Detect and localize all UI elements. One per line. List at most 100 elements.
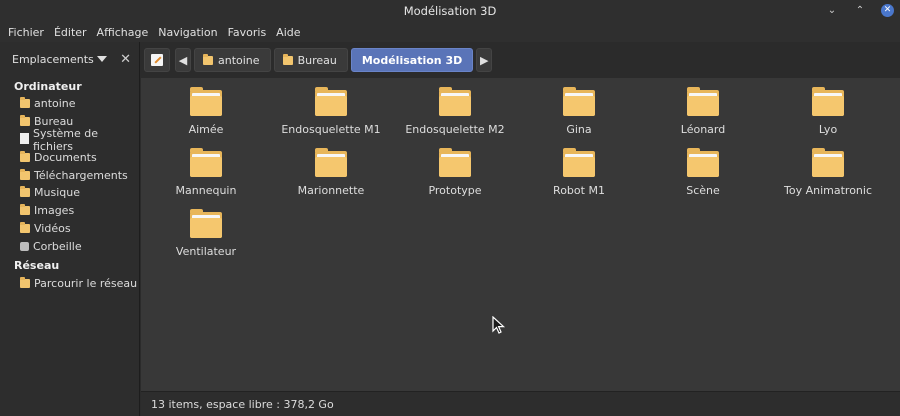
- sidebar-item-browse-network[interactable]: Parcourir le réseau: [0, 274, 139, 292]
- close-sidebar-icon[interactable]: ✕: [120, 52, 131, 67]
- breadcrumb-scroll-right-button[interactable]: ▶: [476, 48, 493, 72]
- maximize-icon[interactable]: ⌃: [853, 3, 867, 17]
- desktop-folder-icon: [20, 115, 30, 127]
- folder-icon: [315, 87, 347, 117]
- breadcrumb-label: Bureau: [297, 53, 337, 67]
- folder-label: Endosquelette M1: [281, 123, 381, 136]
- folder-icon: [687, 148, 719, 178]
- folder-icon: [190, 209, 222, 239]
- folder-icon: [190, 87, 222, 117]
- folder-item[interactable]: Mannequin: [146, 148, 266, 197]
- folder-item[interactable]: Gina: [519, 87, 639, 136]
- breadcrumb-modelisation-3d[interactable]: Modélisation 3D: [350, 48, 474, 72]
- menu-fichier[interactable]: Fichier: [4, 26, 48, 39]
- folder-item[interactable]: Robot M1: [519, 148, 639, 197]
- desktop-folder-icon: [282, 53, 293, 65]
- breadcrumb-scroll-left-button[interactable]: ◀: [175, 48, 191, 72]
- home-folder-icon: [203, 53, 213, 65]
- folder-item[interactable]: Endosquelette M1: [271, 87, 391, 136]
- sidebar-item-label: Musique: [34, 186, 80, 200]
- sidebar-item-filesystem[interactable]: Système de fichiers: [0, 127, 139, 153]
- breadcrumb-label: Modélisation 3D: [361, 53, 463, 67]
- places-dropdown[interactable]: Emplacements: [12, 53, 94, 66]
- menu-aide[interactable]: Aide: [272, 26, 304, 39]
- folder-label: Ventilateur: [175, 245, 237, 258]
- sidebar-item-videos[interactable]: Vidéos: [0, 220, 139, 238]
- sidebar-item-antoine[interactable]: antoine: [0, 95, 139, 113]
- breadcrumb-antoine[interactable]: antoine: [194, 48, 271, 72]
- window-title: Modélisation 3D: [403, 4, 497, 18]
- folder-label: Aimée: [188, 123, 224, 136]
- home-folder-icon: [20, 97, 30, 109]
- music-folder-icon: [20, 186, 30, 198]
- folder-item[interactable]: Marionnette: [271, 148, 391, 197]
- chevron-left-icon: ◀: [178, 53, 188, 67]
- sidebar: Emplacements ✕ Ordinateur antoine Bureau…: [0, 42, 140, 416]
- toggle-location-entry-button[interactable]: [144, 48, 170, 72]
- folder-item[interactable]: Léonard: [643, 87, 763, 136]
- folder-label: Scène: [686, 184, 720, 197]
- videos-folder-icon: [20, 221, 30, 233]
- menu-navigation[interactable]: Navigation: [154, 26, 221, 39]
- folder-label: Léonard: [680, 123, 726, 136]
- caret-down-icon[interactable]: [96, 56, 107, 62]
- folder-item[interactable]: Ventilateur: [146, 209, 266, 258]
- folder-label: Endosquelette M2: [405, 123, 505, 136]
- folder-item[interactable]: Toy Animatronic: [768, 148, 888, 197]
- edit-icon: [151, 54, 163, 66]
- folder-icon: [439, 148, 471, 178]
- status-bar: 13 items, espace libre : 378,2 Go: [141, 391, 900, 416]
- network-folder-icon: [20, 276, 30, 288]
- sidebar-header: Emplacements ✕: [0, 42, 139, 76]
- folder-icon: [563, 87, 595, 117]
- folder-label: Prototype: [428, 184, 482, 197]
- folder-item[interactable]: Endosquelette M2: [395, 87, 515, 136]
- sidebar-item-label: Vidéos: [34, 221, 71, 235]
- menu-favoris[interactable]: Favoris: [224, 26, 271, 39]
- sidebar-item-music[interactable]: Musique: [0, 184, 139, 202]
- close-window-icon[interactable]: ✕: [881, 3, 894, 17]
- folder-icon: [190, 148, 222, 178]
- pictures-folder-icon: [20, 204, 30, 216]
- folder-item[interactable]: Prototype: [395, 148, 515, 197]
- folder-icon: [812, 148, 844, 178]
- location-toolbar: ◀ antoine Bureau Modélisation 3D ▶: [140, 42, 900, 78]
- folder-item[interactable]: Scène: [643, 148, 763, 197]
- sidebar-item-downloads[interactable]: Téléchargements: [0, 166, 139, 184]
- folder-icon: [439, 87, 471, 117]
- sidebar-item-label: Corbeille: [33, 239, 82, 253]
- folder-icon: [563, 148, 595, 178]
- chevron-right-icon: ▶: [480, 53, 489, 67]
- downloads-folder-icon: [20, 168, 30, 180]
- folder-item[interactable]: Aimée: [146, 87, 266, 136]
- folder-item[interactable]: Lyo: [768, 87, 888, 136]
- title-bar: Modélisation 3D ⌄ ⌃ ✕: [0, 0, 900, 22]
- sidebar-section-network: Réseau: [14, 259, 60, 273]
- sidebar-item-label: antoine: [34, 97, 76, 111]
- file-view[interactable]: Aimée Endosquelette M1 Endosquelette M2 Gin…: [141, 78, 900, 391]
- sidebar-item-label: Documents: [34, 150, 97, 164]
- window-controls: ⌄ ⌃ ✕: [825, 3, 894, 17]
- menu-editer[interactable]: Éditer: [50, 26, 91, 39]
- sidebar-item-label: Images: [34, 204, 75, 218]
- menu-bar: Fichier Éditer Affichage Navigation Favo…: [0, 22, 900, 42]
- folder-icon: [315, 148, 347, 178]
- sidebar-section-computer: Ordinateur: [14, 80, 82, 93]
- folder-label: Lyo: [818, 123, 838, 136]
- folder-label: Robot M1: [553, 184, 605, 197]
- folder-label: Marionnette: [297, 184, 365, 197]
- sidebar-item-trash[interactable]: Corbeille: [0, 237, 139, 255]
- filesystem-icon: [20, 133, 29, 145]
- breadcrumb-label: antoine: [218, 53, 260, 67]
- breadcrumb-bureau[interactable]: Bureau: [273, 48, 348, 72]
- sidebar-item-label: Parcourir le réseau: [34, 276, 138, 290]
- sidebar-item-images[interactable]: Images: [0, 202, 139, 220]
- folder-label: Toy Animatronic: [784, 184, 872, 197]
- minimize-icon[interactable]: ⌄: [825, 3, 839, 17]
- folder-label: Gina: [566, 123, 592, 136]
- folder-icon: [687, 87, 719, 117]
- folder-label: Mannequin: [175, 184, 237, 197]
- menu-affichage[interactable]: Affichage: [93, 26, 153, 39]
- status-text: 13 items, espace libre : 378,2 Go: [151, 397, 334, 411]
- sidebar-item-label: Téléchargements: [34, 168, 128, 182]
